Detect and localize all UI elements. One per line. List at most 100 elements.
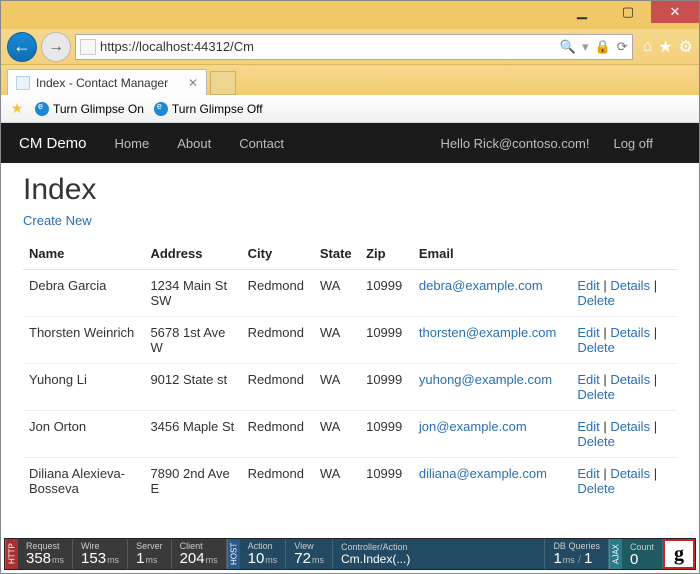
cell-email: jon@example.com <box>413 411 571 458</box>
glimpse-server[interactable]: Server 1ms <box>128 539 172 569</box>
bookmark-glimpse-on[interactable]: Turn Glimpse On <box>35 102 144 116</box>
email-link[interactable]: diliana@example.com <box>419 466 547 481</box>
cell-city: Redmond <box>242 317 314 364</box>
cell-city: Redmond <box>242 364 314 411</box>
add-favorite-icon[interactable]: ★ <box>9 101 25 117</box>
details-link[interactable]: Details <box>610 372 650 387</box>
glimpse-host-label: HOST <box>227 539 240 569</box>
brand[interactable]: CM Demo <box>19 135 87 152</box>
refresh-icon[interactable]: ⟳ <box>617 39 628 55</box>
ie-icon <box>154 102 168 116</box>
cell-city: Redmond <box>242 458 314 505</box>
forward-button[interactable]: → <box>41 32 71 62</box>
tab-page-icon <box>16 76 30 90</box>
cell-state: WA <box>314 317 360 364</box>
table-row: Jon Orton3456 Maple StRedmondWA10999jon@… <box>23 411 677 458</box>
cell-state: WA <box>314 458 360 505</box>
cell-zip: 10999 <box>360 411 413 458</box>
cell-name: Thorsten Weinrich <box>23 317 144 364</box>
browser-toolbar: ← → https://localhost:44312/Cm 🔍▾ 🔒 ⟳ ⌂ … <box>1 29 699 65</box>
table-row: Yuhong Li9012 State stRedmondWA10999yuho… <box>23 364 677 411</box>
tools-icon[interactable]: ⚙ <box>679 37 693 57</box>
cell-name: Jon Orton <box>23 411 144 458</box>
glimpse-request[interactable]: Request 358ms <box>18 539 73 569</box>
cell-zip: 10999 <box>360 270 413 317</box>
favorites-icon[interactable]: ★ <box>658 37 672 57</box>
nav-logoff[interactable]: Log off <box>613 136 653 151</box>
delete-link[interactable]: Delete <box>577 340 615 355</box>
th-state: State <box>314 238 360 270</box>
url-text: https://localhost:44312/Cm <box>100 39 556 54</box>
glimpse-logo[interactable]: g <box>663 539 695 569</box>
email-link[interactable]: debra@example.com <box>419 278 543 293</box>
glimpse-db[interactable]: DB Queries 1ms / 1 <box>545 539 609 569</box>
cell-city: Redmond <box>242 270 314 317</box>
browser-tab[interactable]: Index - Contact Manager ✕ <box>7 69 207 95</box>
glimpse-hud[interactable]: HTTP Request 358ms Wire 153ms Server 1ms… <box>4 538 696 570</box>
th-actions <box>571 238 677 270</box>
cell-address: 9012 State st <box>144 364 241 411</box>
bookmark-label: Turn Glimpse Off <box>172 102 263 116</box>
glimpse-controller[interactable]: Controller/Action Cm.Index(...) <box>333 539 545 569</box>
cell-actions: Edit | Details | Delete <box>571 411 677 458</box>
glimpse-count[interactable]: Count 0 <box>622 539 663 569</box>
th-name: Name <box>23 238 144 270</box>
nav-contact[interactable]: Contact <box>239 136 284 151</box>
edit-link[interactable]: Edit <box>577 466 599 481</box>
cell-actions: Edit | Details | Delete <box>571 317 677 364</box>
glimpse-client[interactable]: Client 204ms <box>172 539 227 569</box>
new-tab-button[interactable] <box>210 71 236 95</box>
cell-email: thorsten@example.com <box>413 317 571 364</box>
edit-link[interactable]: Edit <box>577 278 599 293</box>
window-close-button[interactable]: ✕ <box>651 1 699 23</box>
glimpse-wire[interactable]: Wire 153ms <box>73 539 128 569</box>
bookmark-glimpse-off[interactable]: Turn Glimpse Off <box>154 102 263 116</box>
cell-state: WA <box>314 411 360 458</box>
contacts-table: Name Address City State Zip Email Debra … <box>23 238 677 504</box>
tab-title: Index - Contact Manager <box>36 76 168 90</box>
delete-link[interactable]: Delete <box>577 293 615 308</box>
window-maximize-button[interactable]: ▢ <box>605 1 651 23</box>
home-icon[interactable]: ⌂ <box>643 38 653 56</box>
details-link[interactable]: Details <box>610 419 650 434</box>
cell-name: Yuhong Li <box>23 364 144 411</box>
email-link[interactable]: jon@example.com <box>419 419 527 434</box>
tab-strip: Index - Contact Manager ✕ <box>1 65 699 95</box>
cell-email: diliana@example.com <box>413 458 571 505</box>
search-icon[interactable]: 🔍 <box>560 39 576 55</box>
table-row: Debra Garcia1234 Main St SWRedmondWA1099… <box>23 270 677 317</box>
email-link[interactable]: thorsten@example.com <box>419 325 556 340</box>
back-button[interactable]: ← <box>7 32 37 62</box>
edit-link[interactable]: Edit <box>577 372 599 387</box>
glimpse-action[interactable]: Action 10ms <box>240 539 287 569</box>
delete-link[interactable]: Delete <box>577 434 615 449</box>
details-link[interactable]: Details <box>610 325 650 340</box>
glimpse-ajax-label: AJAX <box>609 539 622 569</box>
window-minimize-button[interactable]: ▁ <box>559 1 605 23</box>
tab-close-button[interactable]: ✕ <box>188 76 198 90</box>
th-zip: Zip <box>360 238 413 270</box>
edit-link[interactable]: Edit <box>577 419 599 434</box>
th-address: Address <box>144 238 241 270</box>
th-email: Email <box>413 238 571 270</box>
nav-greeting[interactable]: Hello Rick@contoso.com! <box>440 136 589 151</box>
address-bar[interactable]: https://localhost:44312/Cm 🔍▾ 🔒 ⟳ <box>75 34 633 60</box>
delete-link[interactable]: Delete <box>577 481 615 496</box>
cell-state: WA <box>314 364 360 411</box>
page-title: Index <box>23 173 677 207</box>
delete-link[interactable]: Delete <box>577 387 615 402</box>
favorites-bar: ★ Turn Glimpse On Turn Glimpse Off <box>1 95 699 123</box>
email-link[interactable]: yuhong@example.com <box>419 372 552 387</box>
details-link[interactable]: Details <box>610 278 650 293</box>
create-new-link[interactable]: Create New <box>23 213 92 228</box>
glimpse-http-label: HTTP <box>5 539 18 569</box>
glimpse-view[interactable]: View 72ms <box>286 539 333 569</box>
nav-home[interactable]: Home <box>115 136 150 151</box>
edit-link[interactable]: Edit <box>577 325 599 340</box>
table-row: Thorsten Weinrich5678 1st Ave WRedmondWA… <box>23 317 677 364</box>
details-link[interactable]: Details <box>610 466 650 481</box>
cell-actions: Edit | Details | Delete <box>571 364 677 411</box>
cell-email: debra@example.com <box>413 270 571 317</box>
page-body: Index Create New Name Address City State… <box>1 163 699 504</box>
nav-about[interactable]: About <box>177 136 211 151</box>
